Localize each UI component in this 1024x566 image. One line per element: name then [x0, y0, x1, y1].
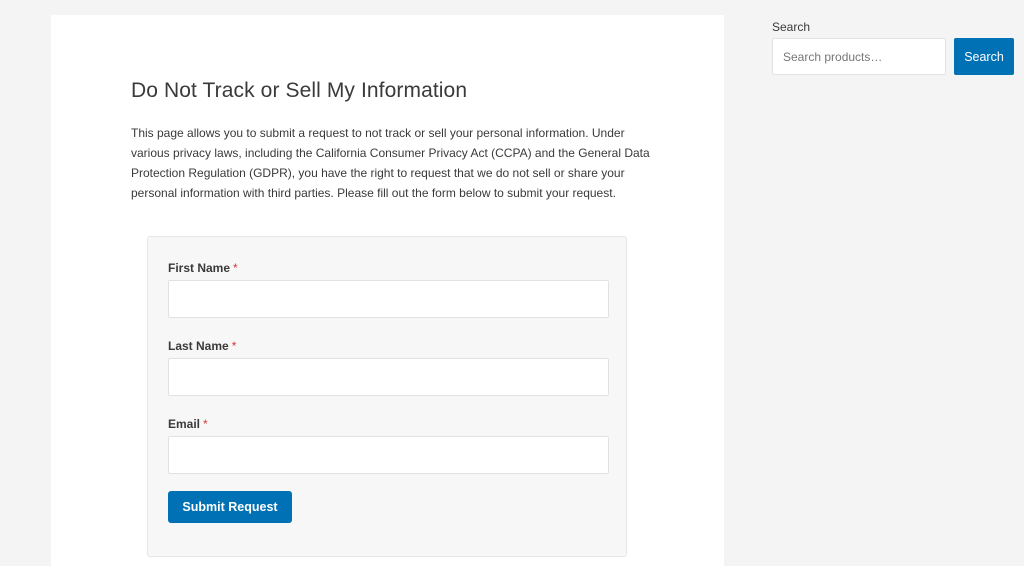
email-input[interactable]: [168, 436, 609, 474]
required-asterisk: *: [203, 417, 208, 431]
page: Do Not Track or Sell My Information This…: [0, 0, 1024, 566]
content-card: Do Not Track or Sell My Information This…: [51, 15, 724, 566]
email-label-text: Email: [168, 417, 201, 431]
first-name-label-text: First Name: [168, 261, 231, 275]
page-title: Do Not Track or Sell My Information: [131, 79, 468, 102]
last-name-label-text: Last Name: [168, 339, 229, 353]
sidebar-search-title: Search: [772, 20, 811, 34]
do-not-sell-form: First Name * Last Name * Email * Submit Req…: [147, 236, 627, 557]
search-button[interactable]: Search: [954, 38, 1014, 75]
product-search-input[interactable]: [772, 38, 946, 75]
submit-request-button[interactable]: Submit Request: [168, 491, 292, 523]
email-label: Email *: [168, 417, 208, 431]
required-asterisk: *: [231, 339, 237, 353]
last-name-label: Last Name *: [168, 339, 236, 353]
first-name-label: First Name *: [168, 261, 238, 275]
first-name-input[interactable]: [168, 280, 609, 318]
required-asterisk: *: [233, 261, 238, 275]
intro-paragraph: This page allows you to submit a request…: [131, 126, 650, 200]
last-name-input[interactable]: [168, 358, 609, 396]
